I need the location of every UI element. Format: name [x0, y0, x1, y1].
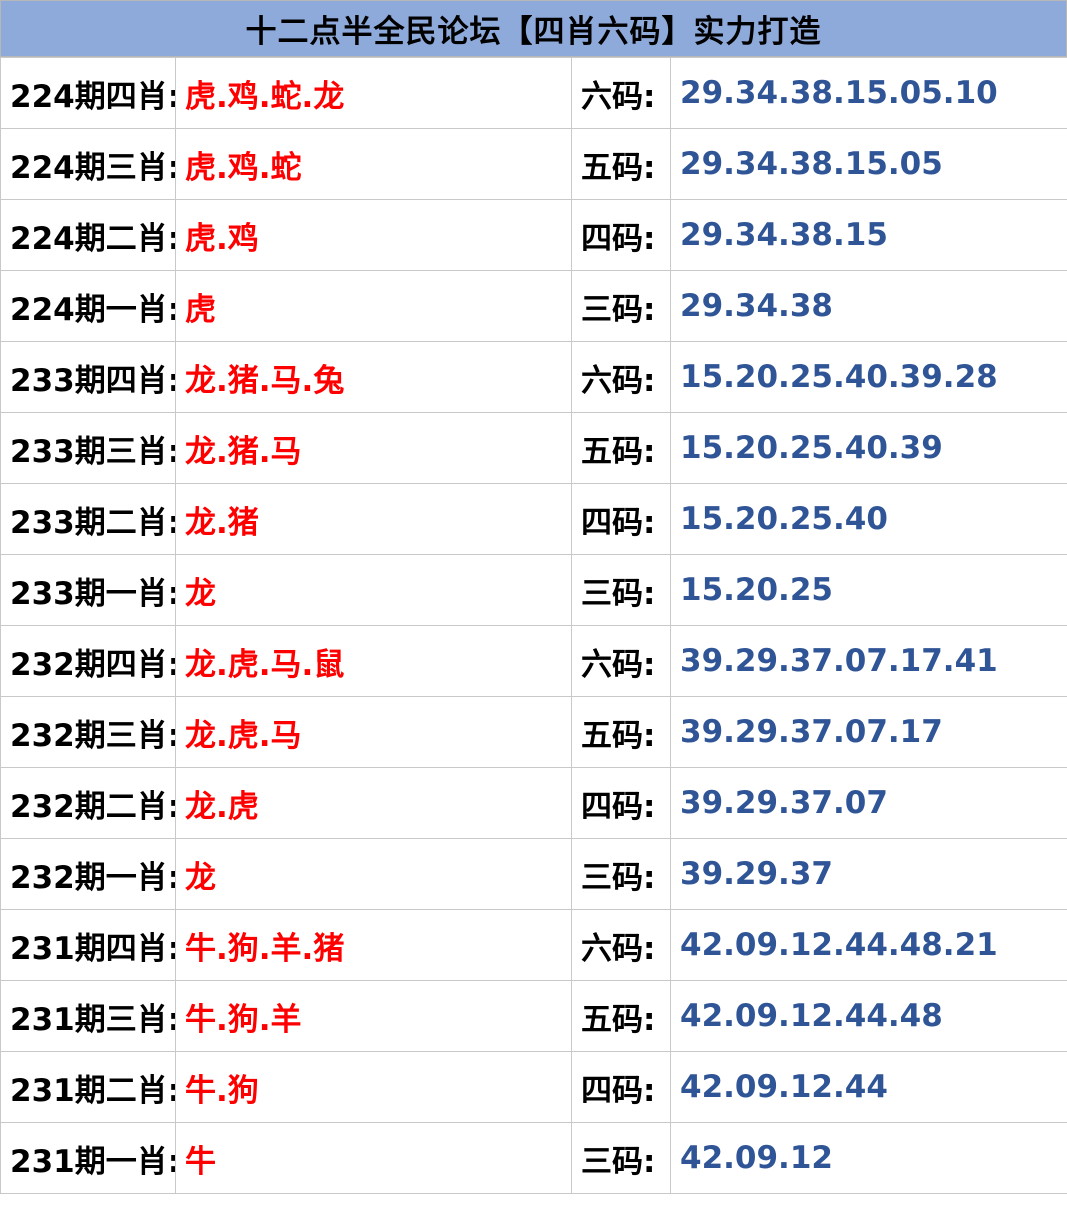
table-row: 232期三肖: 龙.虎.马 五码: 39.29.37.07.17: [0, 696, 1067, 768]
codes-cell: 29.34.38.15.05: [670, 128, 1067, 200]
zodiac-cell: 龙.猪: [175, 483, 572, 555]
codes-cell: 42.09.12: [670, 1122, 1067, 1194]
zodiac-cell: 龙: [175, 554, 572, 626]
prediction-table: 224期四肖: 虎.鸡.蛇.龙 六码: 29.34.38.15.05.10 224期三肖…: [0, 57, 1067, 1194]
period-cell: 233期四肖:: [0, 341, 176, 413]
table-row: 224期四肖: 虎.鸡.蛇.龙 六码: 29.34.38.15.05.10: [0, 57, 1067, 129]
zodiac-cell: 龙.猪.马: [175, 412, 572, 484]
zodiac-cell: 牛.狗: [175, 1051, 572, 1123]
codes-cell: 29.34.38.15: [670, 199, 1067, 271]
table-row: 232期一肖: 龙三码: 39.29.37: [0, 838, 1067, 910]
code-label-cell: 四码:: [571, 199, 671, 271]
code-label-cell: 五码:: [571, 980, 671, 1052]
code-label-cell: 六码:: [571, 341, 671, 413]
prediction-rows: 224期四肖: 虎.鸡.蛇.龙 六码: 29.34.38.15.05.10 224期三肖…: [0, 57, 1067, 1194]
period-cell: 232期三肖:: [0, 696, 176, 768]
period-cell: 224期二肖:: [0, 199, 176, 271]
page-title: 十二点半全民论坛【四肖六码】实力打造: [0, 0, 1067, 57]
code-label-cell: 三码:: [571, 270, 671, 342]
table-row: 232期四肖: 龙.虎.马.鼠 六码: 39.29.37.07.17.41: [0, 625, 1067, 697]
table-row: 231期四肖: 牛.狗.羊.猪 六码: 42.09.12.44.48.21: [0, 909, 1067, 981]
period-cell: 231期一肖:: [0, 1122, 176, 1194]
zodiac-cell: 虎: [175, 270, 572, 342]
code-label-cell: 四码:: [571, 1051, 671, 1123]
table-row: 233期一肖: 龙三码: 15.20.25: [0, 554, 1067, 626]
period-cell: 224期三肖:: [0, 128, 176, 200]
zodiac-cell: 龙.虎.马.鼠: [175, 625, 572, 697]
codes-cell: 39.29.37.07: [670, 767, 1067, 839]
codes-cell: 15.20.25.40: [670, 483, 1067, 555]
zodiac-cell: 牛: [175, 1122, 572, 1194]
code-label-cell: 三码:: [571, 554, 671, 626]
table-row: 232期二肖: 龙.虎 四码: 39.29.37.07: [0, 767, 1067, 839]
period-cell: 233期二肖:: [0, 483, 176, 555]
period-cell: 232期四肖:: [0, 625, 176, 697]
zodiac-cell: 龙.虎: [175, 767, 572, 839]
codes-cell: 39.29.37.07.17: [670, 696, 1067, 768]
period-cell: 233期一肖:: [0, 554, 176, 626]
zodiac-cell: 龙.虎.马: [175, 696, 572, 768]
codes-cell: 39.29.37: [670, 838, 1067, 910]
table-row: 224期一肖: 虎三码: 29.34.38: [0, 270, 1067, 342]
period-cell: 232期一肖:: [0, 838, 176, 910]
code-label-cell: 四码:: [571, 483, 671, 555]
table-row: 233期三肖: 龙.猪.马 五码: 15.20.25.40.39: [0, 412, 1067, 484]
table-row: 231期一肖: 牛三码: 42.09.12: [0, 1122, 1067, 1194]
codes-cell: 42.09.12.44: [670, 1051, 1067, 1123]
period-cell: 231期四肖:: [0, 909, 176, 981]
code-label-cell: 三码:: [571, 838, 671, 910]
codes-cell: 29.34.38.15.05.10: [670, 57, 1067, 129]
zodiac-cell: 龙: [175, 838, 572, 910]
zodiac-cell: 虎.鸡.蛇: [175, 128, 572, 200]
code-label-cell: 六码:: [571, 625, 671, 697]
codes-cell: 29.34.38: [670, 270, 1067, 342]
codes-cell: 15.20.25.40.39.28: [670, 341, 1067, 413]
codes-cell: 39.29.37.07.17.41: [670, 625, 1067, 697]
table-row: 224期二肖: 虎.鸡 四码: 29.34.38.15: [0, 199, 1067, 271]
zodiac-cell: 龙.猪.马.兔: [175, 341, 572, 413]
period-cell: 231期二肖:: [0, 1051, 176, 1123]
zodiac-cell: 虎.鸡: [175, 199, 572, 271]
period-cell: 224期一肖:: [0, 270, 176, 342]
codes-cell: 15.20.25.40.39: [670, 412, 1067, 484]
code-label-cell: 三码:: [571, 1122, 671, 1194]
table-row: 224期三肖: 虎.鸡.蛇 五码: 29.34.38.15.05: [0, 128, 1067, 200]
zodiac-cell: 牛.狗.羊.猪: [175, 909, 572, 981]
zodiac-cell: 虎.鸡.蛇.龙: [175, 57, 572, 129]
code-label-cell: 五码:: [571, 696, 671, 768]
table-row: 231期三肖: 牛.狗.羊 五码: 42.09.12.44.48: [0, 980, 1067, 1052]
period-cell: 233期三肖:: [0, 412, 176, 484]
prediction-sheet: 十二点半全民论坛【四肖六码】实力打造 224期四肖: 虎.鸡.蛇.龙 六码: 29.3…: [0, 0, 1067, 1209]
period-cell: 232期二肖:: [0, 767, 176, 839]
code-label-cell: 六码:: [571, 57, 671, 129]
table-row: 233期二肖: 龙.猪 四码: 15.20.25.40: [0, 483, 1067, 555]
table-row: 233期四肖: 龙.猪.马.兔 六码: 15.20.25.40.39.28: [0, 341, 1067, 413]
period-cell: 231期三肖:: [0, 980, 176, 1052]
code-label-cell: 五码:: [571, 128, 671, 200]
codes-cell: 42.09.12.44.48.21: [670, 909, 1067, 981]
codes-cell: 15.20.25: [670, 554, 1067, 626]
code-label-cell: 六码:: [571, 909, 671, 981]
codes-cell: 42.09.12.44.48: [670, 980, 1067, 1052]
period-cell: 224期四肖:: [0, 57, 176, 129]
code-label-cell: 四码:: [571, 767, 671, 839]
zodiac-cell: 牛.狗.羊: [175, 980, 572, 1052]
table-row: 231期二肖: 牛.狗 四码: 42.09.12.44: [0, 1051, 1067, 1123]
code-label-cell: 五码:: [571, 412, 671, 484]
